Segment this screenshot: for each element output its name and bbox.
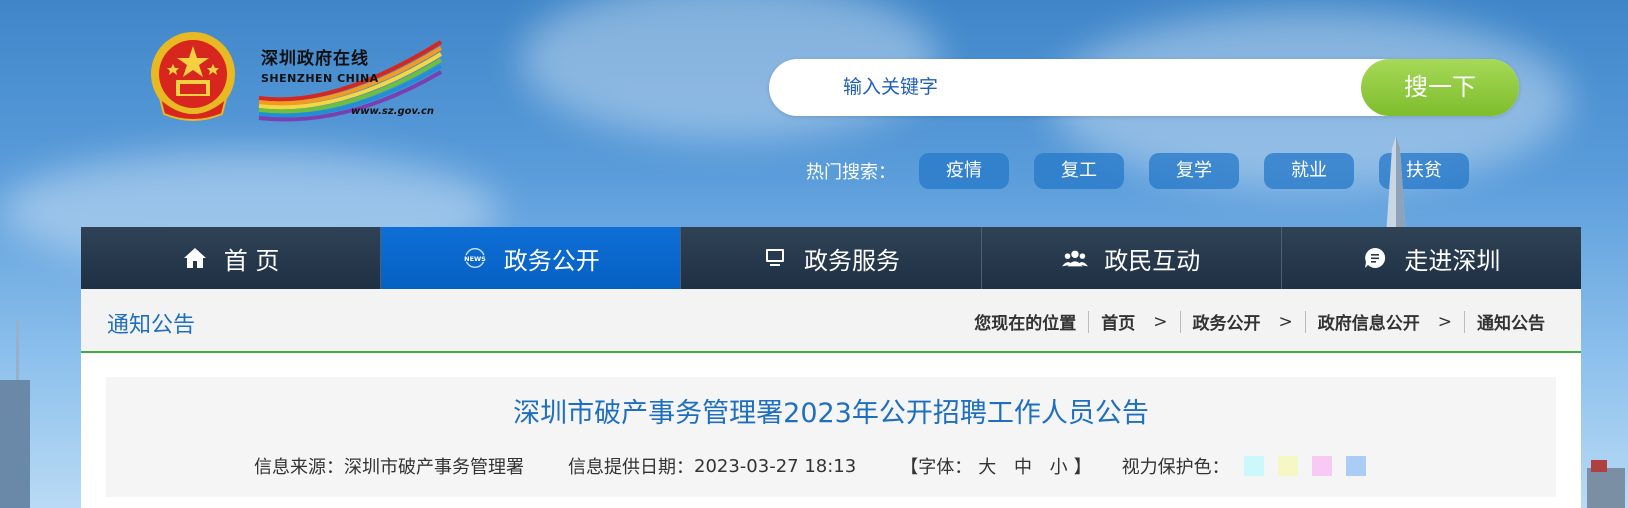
nav-item-label: 首 页	[223, 246, 280, 275]
font-size-close: 】	[1073, 457, 1092, 478]
nav-item-public-interaction[interactable]: 政民互动	[982, 227, 1282, 289]
site-logo[interactable]: 深圳政府在线 SHENZHEN CHINA www.sz.gov.cn	[255, 38, 445, 124]
breadcrumb-divider	[1088, 310, 1090, 333]
search-box: 搜一下	[769, 59, 1519, 116]
national-emblem	[148, 28, 238, 124]
nav-item-label: 政务公开	[503, 246, 600, 275]
nav-item-government-affairs[interactable]: NEWS 政务公开	[381, 227, 682, 289]
breadcrumb-separator: >	[1278, 311, 1293, 332]
search-input[interactable]	[843, 71, 1323, 103]
font-size-controls: 大 中 小	[972, 453, 1073, 479]
breadcrumb-home[interactable]: 首页	[1101, 309, 1135, 334]
article-meta: 信息来源： 深圳市破产事务管理署 信息提供日期： 2023-03-27 18:1…	[254, 453, 1366, 479]
nav-item-label: 政务服务	[804, 246, 900, 275]
breadcrumb-government-affairs[interactable]: 政务公开	[1193, 309, 1261, 334]
breadcrumb-bar: 通知公告 您现在的位置 首页 > 政务公开 > 政府信息公开 > 通知公告	[81, 289, 1581, 353]
font-size-large[interactable]: 大	[978, 457, 996, 478]
font-size-open: 【字体：	[900, 457, 973, 478]
hot-tag-epidemic[interactable]: 疫情	[919, 153, 1009, 189]
nav-item-home[interactable]: 首 页	[81, 227, 382, 289]
font-size-medium[interactable]: 中	[1014, 457, 1032, 478]
search-button[interactable]: 搜一下	[1361, 59, 1519, 116]
breadcrumb-location-label: 您现在的位置	[974, 314, 1077, 334]
nav-item-government-services[interactable]: 政务服务	[681, 227, 982, 289]
date-label: 信息提供日期：	[568, 457, 694, 478]
logo-chinese-text: 深圳政府在线	[261, 49, 369, 69]
article-title: 深圳市破产事务管理署2023年公开招聘工作人员公告	[513, 398, 1149, 429]
breadcrumb-divider	[1464, 310, 1465, 333]
left-skyline-decoration	[0, 320, 34, 508]
breadcrumb-divider	[1304, 310, 1306, 333]
skyline-tower-decoration	[1378, 136, 1414, 236]
breadcrumb-notices[interactable]: 通知公告	[1477, 309, 1545, 334]
right-skyline-decoration	[1583, 460, 1628, 508]
main-nav: 首 页 NEWS 政务公开 政务服务 政民互动 走进深圳	[81, 227, 1581, 289]
monitor-icon	[762, 245, 788, 271]
source-value: 深圳市破产事务管理署	[344, 457, 524, 478]
hot-tag-resume-school[interactable]: 复学	[1149, 153, 1239, 189]
font-size-small[interactable]: 小	[1050, 457, 1068, 478]
nav-item-about-shenzhen[interactable]: 走进深圳	[1282, 227, 1581, 289]
news-icon: NEWS	[462, 245, 488, 271]
breadcrumb-government-info[interactable]: 政府信息公开	[1318, 309, 1420, 334]
article-header: 深圳市破产事务管理署2023年公开招聘工作人员公告 信息来源： 深圳市破产事务管…	[106, 377, 1556, 497]
date-value: 2023-03-27 18:13	[694, 455, 857, 477]
hot-tag-resume-work[interactable]: 复工	[1034, 153, 1124, 189]
breadcrumb-separator: >	[1437, 311, 1452, 332]
people-icon	[1062, 245, 1089, 271]
nav-item-label: 走进深圳	[1404, 246, 1501, 275]
logo-url-text: www.sz.gov.cn	[351, 106, 435, 117]
logo-english-text: SHENZHEN CHINA	[261, 72, 379, 85]
breadcrumb-divider	[1179, 310, 1181, 333]
nav-item-label: 政民互动	[1104, 246, 1201, 275]
hot-search-label: 热门搜索：	[806, 162, 896, 183]
eye-protection-label: 视力保护色：	[1121, 457, 1230, 478]
eye-color-cyan[interactable]	[1243, 456, 1264, 476]
home-icon	[182, 245, 208, 271]
breadcrumb: 您现在的位置 首页 > 政务公开 > 政府信息公开 > 通知公告	[974, 309, 1545, 334]
chat-icon	[1362, 245, 1388, 271]
svg-text:NEWS: NEWS	[464, 255, 486, 263]
breadcrumb-separator: >	[1153, 311, 1168, 332]
eye-color-blue[interactable]	[1345, 456, 1366, 476]
eye-color-yellow[interactable]	[1277, 456, 1298, 476]
eye-color-pink[interactable]	[1311, 456, 1332, 476]
article-container: 深圳市破产事务管理署2023年公开招聘工作人员公告 信息来源： 深圳市破产事务管…	[81, 353, 1581, 508]
hot-tag-employment[interactable]: 就业	[1264, 153, 1354, 189]
section-title: 通知公告	[107, 313, 196, 338]
source-label: 信息来源：	[254, 457, 344, 478]
